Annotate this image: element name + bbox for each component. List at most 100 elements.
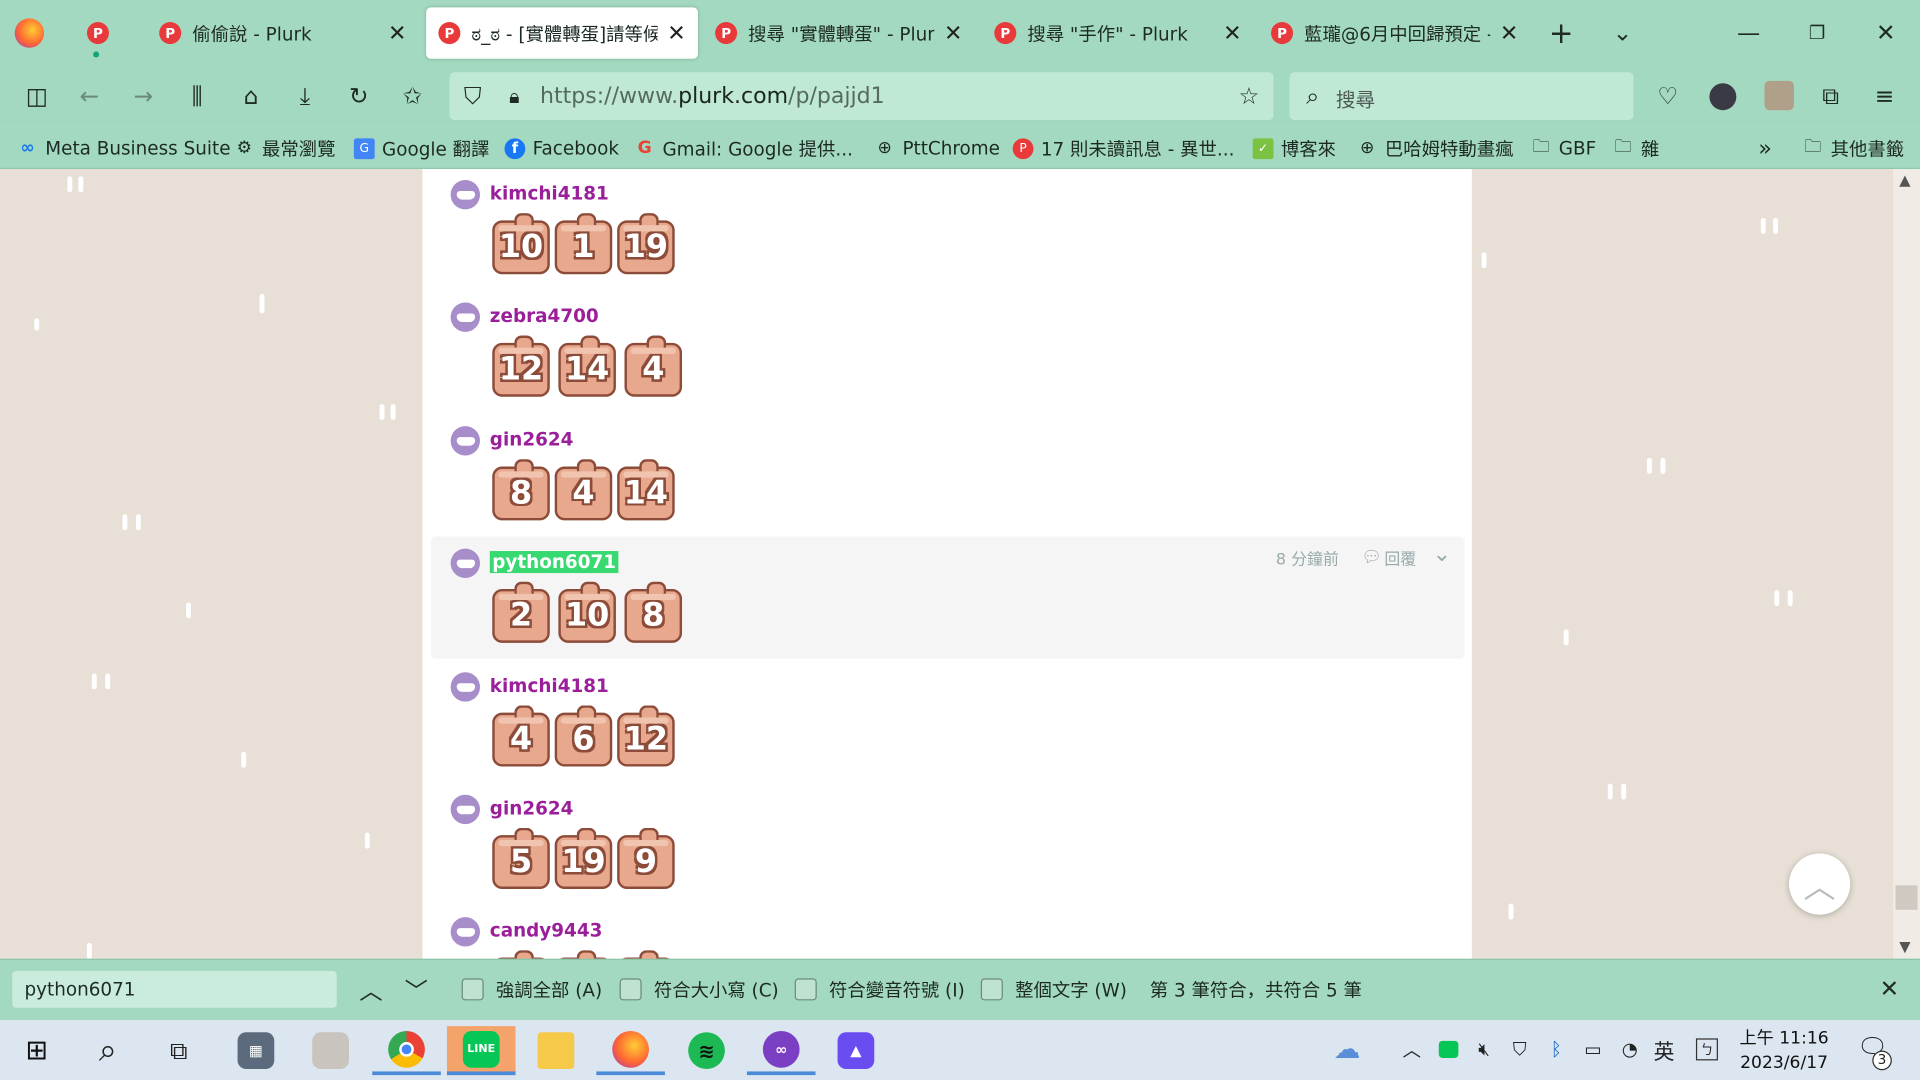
bookmark-item[interactable]: ∞ Meta Business Suite: [17, 135, 230, 162]
profile-avatar[interactable]: [1709, 83, 1737, 111]
bg-dash: [390, 404, 396, 421]
bookmark-item[interactable]: P 17 則未讀訊息 - 異世...: [1012, 135, 1234, 162]
pocket-icon[interactable]: ♡: [1653, 82, 1682, 111]
response-username[interactable]: candy9443: [490, 920, 603, 942]
bookmark-folder[interactable]: 🗀 雜: [1613, 135, 1660, 162]
taskbar-app-purple[interactable]: ▲: [822, 1026, 891, 1075]
battery-icon[interactable]: ▭: [1578, 1035, 1607, 1064]
tab-1[interactable]: P 偷偷說 - Plurk ✕: [147, 7, 419, 58]
bookmark-item[interactable]: ✓ 博客來: [1252, 135, 1336, 162]
response-username[interactable]: gin2624: [490, 429, 574, 451]
bookmark-item[interactable]: ⊕ PttChrome: [874, 135, 1000, 162]
library-icon[interactable]: ⫼: [182, 82, 211, 111]
taskbar-app-chrome[interactable]: [372, 1026, 441, 1076]
scroll-up-arrow-icon[interactable]: ▲: [1899, 171, 1910, 188]
line-tray-icon[interactable]: [1435, 1035, 1462, 1064]
response-username[interactable]: kimchi4181: [490, 182, 609, 204]
wifi-icon[interactable]: ◔: [1616, 1035, 1643, 1064]
volume-muted-icon[interactable]: 🔇︎: [1471, 1035, 1498, 1064]
tab-2[interactable]: P ಠ_ಠ - [實體轉蛋]請等候 ✕: [426, 7, 698, 59]
find-previous-icon[interactable]: ︿: [356, 975, 385, 1005]
back-icon[interactable]: ←: [75, 82, 104, 111]
plurk-icon: P: [86, 22, 109, 45]
extension-star-icon[interactable]: ✩: [398, 82, 427, 111]
taskbar-app-mask[interactable]: ∞: [746, 1026, 816, 1076]
bookmark-item[interactable]: f Facebook: [504, 135, 619, 162]
purple-app-icon: ▲: [837, 1032, 875, 1069]
close-find-bar-icon[interactable]: ✕: [1875, 975, 1904, 1004]
response-username[interactable]: gin2624: [490, 797, 574, 819]
extensions-icon[interactable]: ⧉: [1816, 82, 1845, 111]
response-username[interactable]: zebra4700: [490, 305, 599, 327]
highlight-all-checkbox[interactable]: 強調全部 (A): [461, 977, 602, 1001]
home-icon[interactable]: ⌂: [236, 82, 265, 111]
close-icon[interactable]: ✕: [1500, 20, 1518, 46]
url-text[interactable]: https://www.plurk.com/p/pajjd1: [540, 82, 885, 111]
dice-badge: 1: [554, 213, 613, 275]
firefox-menu-icon[interactable]: [14, 18, 45, 48]
response-username[interactable]: python6071: [489, 551, 619, 574]
minimize-icon[interactable]: —: [1734, 18, 1763, 47]
tab-label: 搜尋 "實體轉蛋" - Plurk: [748, 22, 935, 45]
page-scrollbar[interactable]: ▲ ▼: [1893, 168, 1920, 959]
start-button[interactable]: ⊞: [2, 1026, 71, 1075]
forward-icon[interactable]: →: [129, 82, 158, 111]
bookmark-folder[interactable]: 🗀 GBF: [1531, 135, 1597, 162]
bookmark-star-icon[interactable]: ☆: [1234, 82, 1263, 111]
response-username[interactable]: kimchi4181: [490, 675, 609, 697]
taskbar-app-character[interactable]: [296, 1026, 365, 1075]
tab-5[interactable]: P 藍瓏@6月中回歸預定 - ✕: [1259, 7, 1531, 58]
taskbar-app-line[interactable]: LINE: [446, 1026, 516, 1076]
bookmark-item[interactable]: G Google 翻譯: [353, 135, 489, 162]
bookmark-item[interactable]: ⊕ 巴哈姆特動畫瘋: [1357, 135, 1514, 162]
reload-icon[interactable]: ↻: [344, 82, 373, 111]
meta-icon: ∞: [20, 138, 35, 158]
match-case-checkbox[interactable]: 符合大小寫 (C): [619, 977, 779, 1001]
scroll-to-top-button[interactable]: ︿: [1788, 853, 1851, 915]
security-shield-icon[interactable]: ⛉: [1506, 1035, 1533, 1064]
find-next-icon[interactable]: ﹀: [402, 975, 431, 1005]
match-diacritics-checkbox[interactable]: 符合變音符號 (I): [794, 977, 965, 1001]
new-tab-plus-icon[interactable]: +: [1547, 16, 1576, 50]
bookmark-item[interactable]: G Gmail: Google 提供...: [634, 135, 853, 162]
ime-mode-icon[interactable]: ㄅ: [1692, 1035, 1721, 1064]
close-icon[interactable]: ✕: [944, 20, 962, 46]
taskbar-app-firefox[interactable]: [596, 1026, 665, 1076]
chevron-down-icon[interactable]: ⌄: [1433, 541, 1451, 567]
clock[interactable]: 上午 11:16 2023/6/17: [1729, 1026, 1839, 1075]
taskbar-app-explorer[interactable]: [522, 1026, 591, 1075]
close-window-icon[interactable]: ✕: [1871, 18, 1900, 47]
account-avatar[interactable]: [1764, 80, 1794, 111]
shield-icon[interactable]: ⛉: [458, 82, 487, 111]
tab-3[interactable]: P 搜尋 "實體轉蛋" - Plurk ✕: [703, 7, 975, 58]
find-input[interactable]: python6071: [12, 971, 337, 1008]
whole-words-checkbox[interactable]: 整個文字 (W): [980, 977, 1127, 1001]
bg-dash: [1660, 457, 1666, 474]
download-icon[interactable]: ⤓: [290, 82, 319, 111]
tab-4[interactable]: P 搜尋 "手作" - Plurk ✕: [982, 7, 1254, 58]
close-icon[interactable]: ✕: [667, 20, 685, 46]
taskbar-app-spotify[interactable]: ≋: [672, 1026, 741, 1075]
ime-language-indicator[interactable]: 英: [1649, 1035, 1678, 1064]
bookmark-folder[interactable]: 🗀 其他書籤: [1802, 135, 1904, 162]
close-icon[interactable]: ✕: [1223, 20, 1241, 46]
scroll-thumb[interactable]: [1895, 885, 1918, 910]
bluetooth-icon[interactable]: ᛒ: [1543, 1035, 1570, 1064]
sidebar-icon[interactable]: ◫: [22, 82, 51, 111]
bookmarks-overflow-icon[interactable]: »: [1758, 135, 1771, 162]
tab-list-chevron-icon[interactable]: ⌄: [1608, 18, 1637, 47]
bookmark-item[interactable]: ⚙ 最常瀏覽: [234, 135, 336, 162]
tray-overflow-chevron-icon[interactable]: ︿: [1398, 1035, 1425, 1064]
weather-icon[interactable]: ☁: [1325, 1034, 1369, 1065]
restore-icon[interactable]: ❐: [1802, 18, 1831, 47]
menu-icon[interactable]: ≡: [1870, 82, 1899, 111]
bg-dash: [1646, 457, 1652, 474]
taskbar-app-calculator[interactable]: ▦: [222, 1026, 291, 1075]
scroll-down-arrow-icon[interactable]: ▼: [1899, 938, 1910, 955]
close-icon[interactable]: ✕: [388, 20, 406, 46]
search-button[interactable]: ⌕: [73, 1026, 142, 1075]
lock-icon[interactable]: 🔒︎: [500, 82, 529, 111]
task-view-button[interactable]: ⧉: [144, 1026, 213, 1075]
bookmark-label: GBF: [1558, 137, 1597, 160]
reply-button[interactable]: 💬︎ 回覆: [1362, 546, 1417, 570]
